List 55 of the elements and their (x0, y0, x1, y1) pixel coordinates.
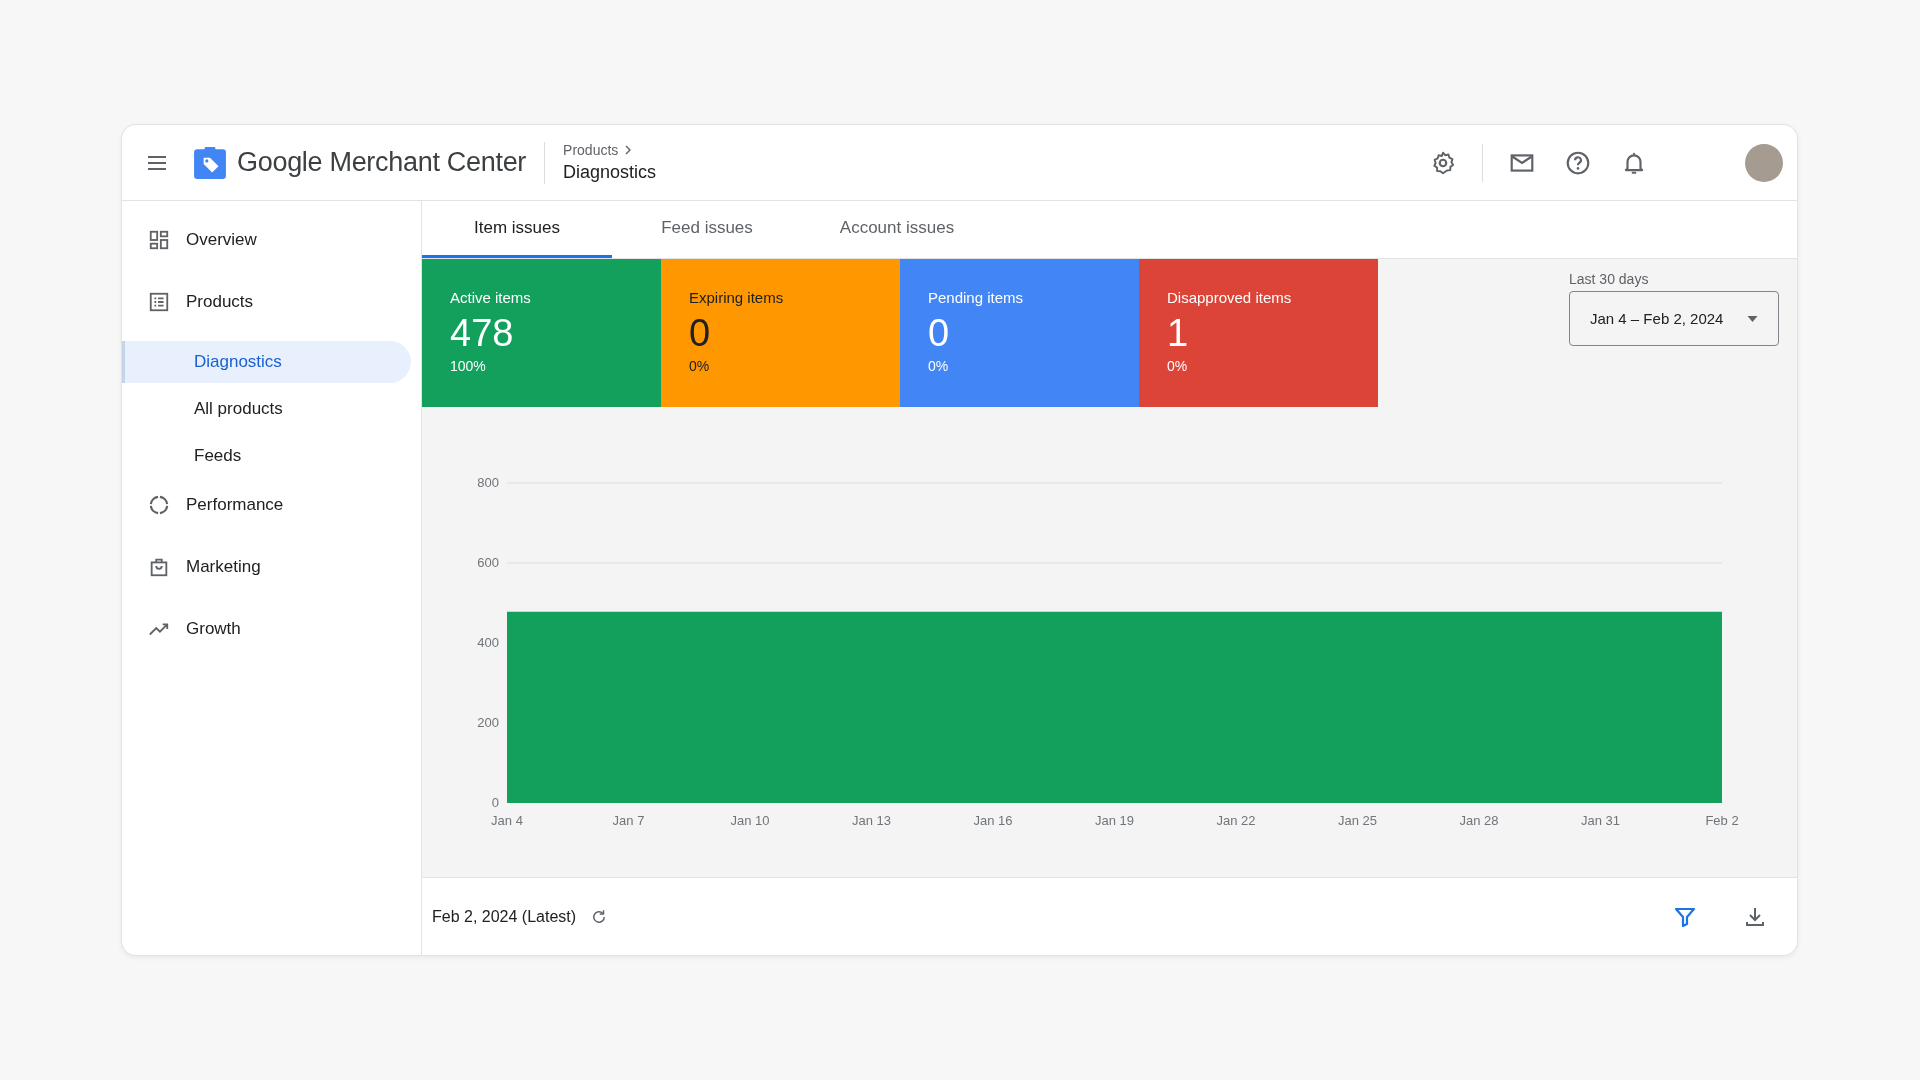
settings-icon[interactable] (1430, 149, 1456, 176)
card-percent: 0% (1167, 358, 1189, 374)
last-updated-date: Feb 2, 2024 (Latest) (432, 907, 577, 926)
tag-logo-icon (193, 145, 227, 180)
help-icon[interactable] (1565, 149, 1591, 176)
card-value: 1 (1167, 314, 1190, 352)
sidebar-subitem[interactable]: Diagnostics (122, 341, 411, 383)
x-axis-label: Jan 4 (491, 813, 523, 828)
x-axis-label: Jan 7 (612, 813, 645, 828)
x-axis-label: Jan 31 (1581, 813, 1620, 828)
sidebar-item[interactable]: Growth (122, 606, 421, 652)
y-axis-label: 0 (491, 795, 499, 810)
tab[interactable]: Account issues (802, 201, 992, 258)
card-percent: 0% (928, 358, 950, 374)
breadcrumb-link[interactable]: Products (563, 142, 619, 158)
x-axis-label: Jan 25 (1338, 813, 1377, 828)
app-title: Google Merchant Center (237, 147, 527, 178)
x-axis-label: Feb 2 (1705, 813, 1739, 828)
sidebar-item[interactable]: Products (122, 279, 421, 325)
date-range-dropdown[interactable]: Jan 4 – Feb 2, 2024 (1569, 291, 1779, 346)
avatar[interactable] (1745, 143, 1783, 182)
x-axis-label: Jan 10 (730, 813, 770, 828)
list-icon (148, 291, 170, 313)
card-percent: 100% (450, 358, 487, 374)
card-label: Disapproved items (1167, 289, 1293, 306)
bag-icon (148, 556, 170, 578)
card-label: Expiring items (689, 289, 785, 306)
status-card[interactable]: Disapproved items 1 0% (1139, 259, 1378, 407)
tab[interactable]: Feed issues (612, 201, 802, 258)
card-value: 0 (689, 314, 712, 352)
card-label: Pending items (928, 289, 1025, 306)
status-card[interactable]: Pending items 0 0% (900, 259, 1139, 407)
card-value: 0 (928, 314, 951, 352)
sidebar-subitem[interactable]: All products (122, 388, 411, 430)
x-axis-label: Jan 13 (852, 813, 891, 828)
card-value: 478 (450, 314, 515, 352)
x-axis-label: Jan 19 (1095, 813, 1134, 828)
y-axis-label: 200 (477, 715, 499, 730)
y-axis-label: 400 (477, 635, 499, 650)
x-axis-label: Jan 22 (1216, 813, 1256, 828)
date-range-label: Last 30 days (1569, 271, 1650, 287)
y-axis-label: 800 (477, 475, 499, 490)
sidebar-subitem[interactable]: Feeds (122, 435, 411, 477)
x-axis-label: Jan 28 (1459, 813, 1499, 828)
dropdown-arrow-icon (1747, 315, 1758, 322)
y-axis-label: 600 (477, 555, 499, 570)
dashboard-icon (148, 229, 170, 251)
sidebar-item[interactable]: Overview (122, 217, 421, 263)
card-label: Active items (450, 289, 532, 306)
page-title: Diagnostics (563, 162, 657, 183)
card-percent: 0% (689, 358, 711, 374)
status-card[interactable]: Expiring items 0 0% (661, 259, 900, 407)
sidebar-item[interactable]: Marketing (122, 544, 421, 590)
sidebar-item[interactable]: Performance (122, 482, 421, 528)
x-axis-label: Jan 16 (973, 813, 1013, 828)
